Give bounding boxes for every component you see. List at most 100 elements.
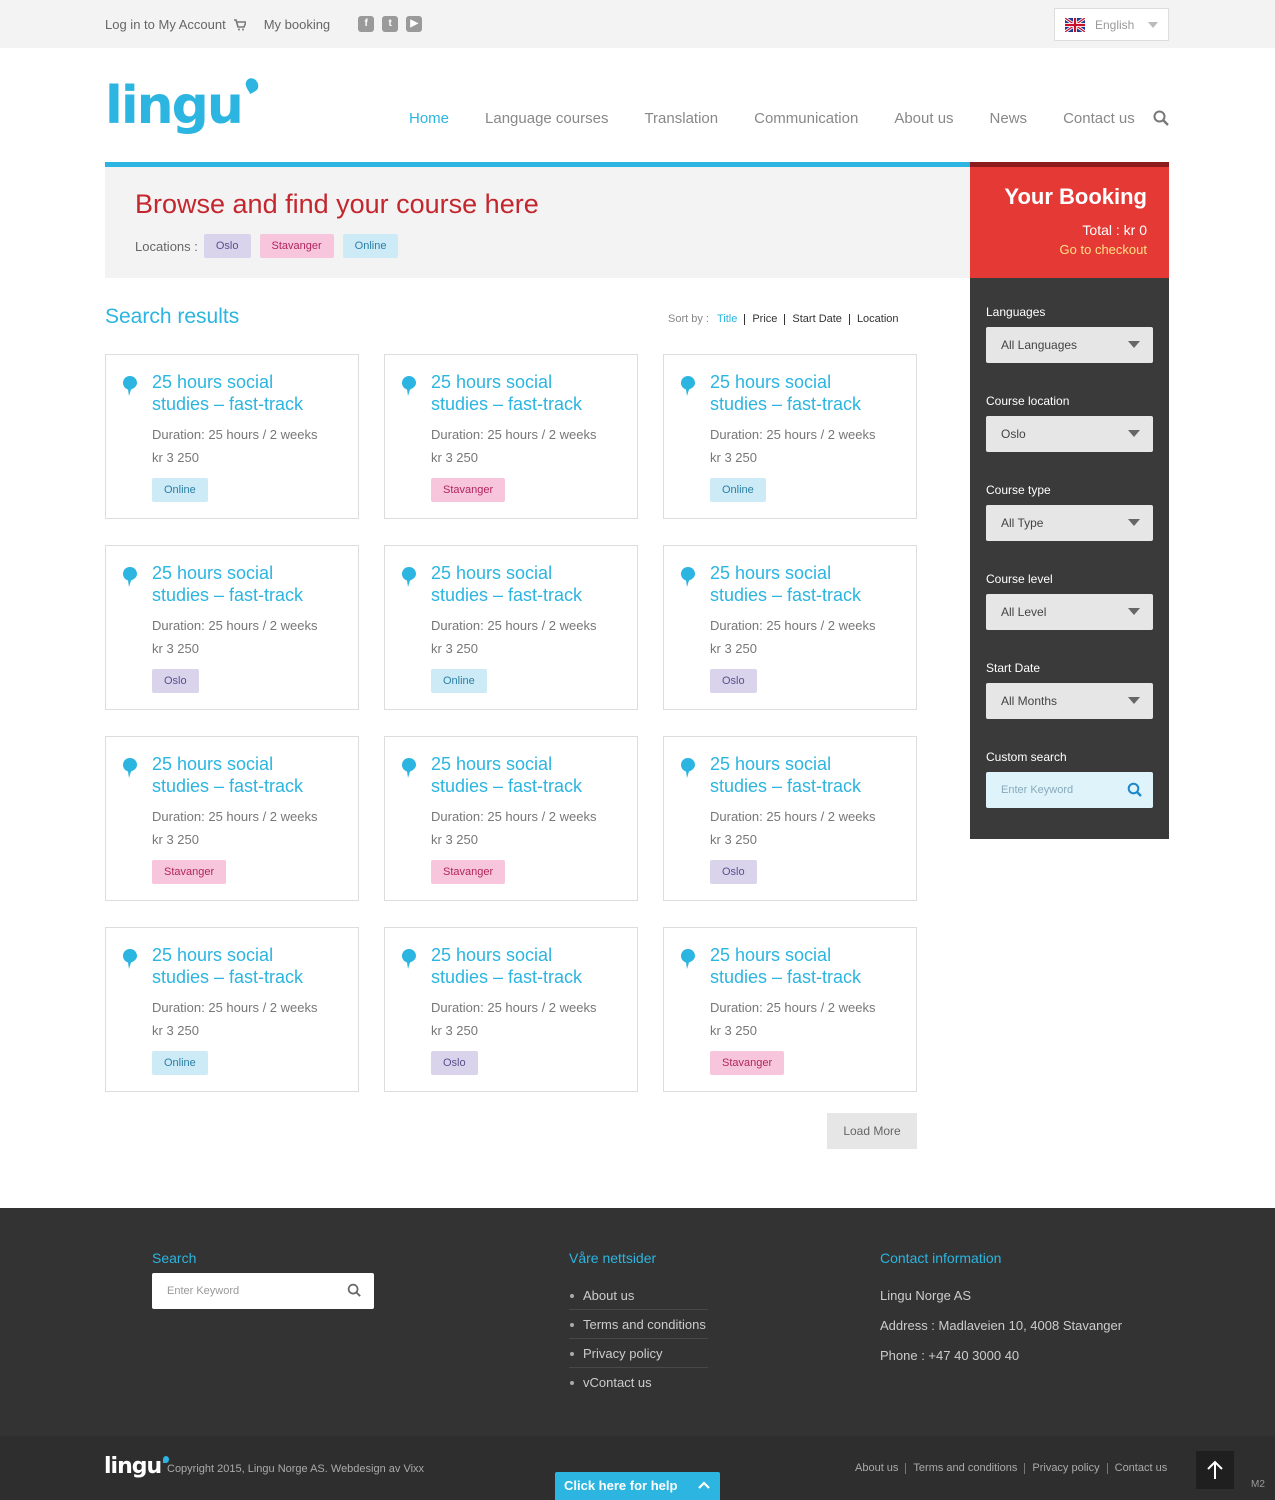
contact-info: Lingu Norge AS Address : Madlaveien 10, … — [880, 1288, 1122, 1378]
footer-link-terms[interactable]: Terms and conditions — [569, 1310, 708, 1339]
course-title-line: studies – fast-track — [431, 967, 583, 987]
sort-location[interactable]: Location — [848, 313, 906, 325]
location-tag-stavanger[interactable]: Stavanger — [259, 234, 334, 258]
start-date-select[interactable]: All Months — [986, 683, 1153, 719]
course-location-tag[interactable]: Online — [710, 478, 766, 502]
nav-contact-us[interactable]: Contact us — [1045, 110, 1153, 127]
youtube-icon[interactable]: ▶ — [406, 16, 423, 32]
location-select[interactable]: Oslo — [986, 416, 1153, 452]
logo[interactable]: lingu — [105, 75, 261, 136]
nav-news[interactable]: News — [972, 110, 1046, 127]
course-title-line: studies – fast-track — [710, 967, 862, 987]
footer-link-privacy[interactable]: Privacy policy — [569, 1339, 708, 1368]
course-title[interactable]: 25 hours social studies – fast-track — [431, 371, 631, 415]
type-select[interactable]: All Type — [986, 505, 1153, 541]
my-booking-link[interactable]: My booking — [264, 17, 330, 32]
search-icon[interactable] — [1127, 782, 1143, 798]
course-title-line: 25 hours social — [152, 372, 274, 392]
facebook-icon[interactable]: f — [358, 16, 375, 32]
twitter-icon[interactable]: t — [382, 16, 399, 32]
course-price: kr 3 250 — [152, 1023, 199, 1038]
bottom-link-privacy[interactable]: Privacy policy — [1024, 1463, 1106, 1474]
course-card[interactable]: 25 hours social studies – fast-track Durat… — [663, 545, 917, 710]
course-duration: Duration: 25 hours / 2 weeks — [152, 618, 318, 633]
back-to-top-button[interactable] — [1196, 1451, 1234, 1489]
language-select[interactable]: English — [1054, 8, 1169, 41]
chevron-up-icon — [698, 1481, 710, 1489]
search-icon[interactable] — [347, 1283, 362, 1298]
nav-language-courses[interactable]: Language courses — [467, 110, 626, 127]
course-title[interactable]: 25 hours social studies – fast-track — [152, 562, 352, 606]
nav-communication[interactable]: Communication — [736, 110, 876, 127]
course-title[interactable]: 25 hours social studies – fast-track — [710, 753, 910, 797]
course-location-tag[interactable]: Oslo — [431, 1051, 478, 1075]
course-location-tag[interactable]: Stavanger — [152, 860, 227, 884]
course-price: kr 3 250 — [710, 832, 757, 847]
sort-price[interactable]: Price — [744, 313, 784, 325]
course-title[interactable]: 25 hours social studies – fast-track — [152, 753, 352, 797]
footer-link-contact[interactable]: vContact us — [569, 1368, 708, 1397]
nav-home[interactable]: Home — [391, 110, 467, 127]
course-card[interactable]: 25 hours social studies – fast-track Durat… — [105, 545, 359, 710]
course-location-tag[interactable]: Online — [152, 478, 208, 502]
course-card[interactable]: 25 hours social studies – fast-track Durat… — [384, 736, 638, 901]
bottom-link-terms[interactable]: Terms and conditions — [905, 1463, 1024, 1474]
top-links: Log in to My Account My booking f t ▶ — [105, 16, 423, 32]
course-card[interactable]: 25 hours social studies – fast-track Durat… — [663, 736, 917, 901]
course-card[interactable]: 25 hours social studies – fast-track Durat… — [663, 927, 917, 1092]
login-link[interactable]: Log in to My Account — [105, 17, 226, 32]
footer-search-input[interactable]: Enter Keyword — [152, 1273, 374, 1309]
filter-location: Course location Oslo — [986, 394, 1153, 452]
languages-select[interactable]: All Languages — [986, 327, 1153, 363]
course-location-tag[interactable]: Stavanger — [431, 860, 506, 884]
checkout-link[interactable]: Go to checkout — [970, 242, 1147, 257]
course-card[interactable]: 25 hours social studies – fast-track Durat… — [105, 354, 359, 519]
top-bar: Log in to My Account My booking f t ▶ En… — [0, 0, 1275, 48]
filter-type: Course type All Type — [986, 483, 1153, 541]
course-location-tag[interactable]: Stavanger — [431, 478, 506, 502]
course-title[interactable]: 25 hours social studies – fast-track — [152, 944, 352, 988]
course-card[interactable]: 25 hours social studies – fast-track Durat… — [384, 354, 638, 519]
course-title[interactable]: 25 hours social studies – fast-track — [152, 371, 352, 415]
help-button[interactable]: Click here for help — [555, 1472, 720, 1500]
course-price: kr 3 250 — [152, 641, 199, 656]
search-icon[interactable] — [1153, 110, 1169, 126]
course-title[interactable]: 25 hours social studies – fast-track — [431, 562, 631, 606]
course-card[interactable]: 25 hours social studies – fast-track Durat… — [663, 354, 917, 519]
course-title[interactable]: 25 hours social studies – fast-track — [710, 371, 910, 415]
level-select[interactable]: All Level — [986, 594, 1153, 630]
course-card[interactable]: 25 hours social studies – fast-track Durat… — [384, 545, 638, 710]
course-card[interactable]: 25 hours social studies – fast-track Durat… — [105, 736, 359, 901]
version-label: M2 — [1251, 1479, 1265, 1490]
course-title[interactable]: 25 hours social studies – fast-track — [710, 562, 910, 606]
booking-total: Total : kr 0 — [1082, 222, 1147, 238]
location-tag-online[interactable]: Online — [342, 234, 399, 258]
course-title[interactable]: 25 hours social studies – fast-track — [710, 944, 910, 988]
course-location-tag[interactable]: Stavanger — [710, 1051, 785, 1075]
select-value: All Level — [1001, 605, 1047, 619]
bottom-link-contact[interactable]: Contact us — [1106, 1463, 1167, 1474]
bottom-link-about[interactable]: About us — [855, 1463, 905, 1474]
course-title[interactable]: 25 hours social studies – fast-track — [431, 944, 631, 988]
custom-search-input[interactable]: Enter Keyword — [986, 772, 1153, 808]
course-location-tag[interactable]: Oslo — [152, 669, 199, 693]
footer-link-about[interactable]: About us — [569, 1281, 708, 1310]
filter-label: Start Date — [986, 661, 1041, 675]
nav-translation[interactable]: Translation — [626, 110, 736, 127]
course-card[interactable]: 25 hours social studies – fast-track Durat… — [105, 927, 359, 1092]
sort-start-date[interactable]: Start Date — [784, 313, 849, 325]
course-location-tag[interactable]: Oslo — [710, 669, 757, 693]
course-location-tag[interactable]: Oslo — [710, 860, 757, 884]
course-title-line: studies – fast-track — [710, 394, 862, 414]
course-location-tag[interactable]: Online — [152, 1051, 208, 1075]
footer-logo[interactable]: lingu — [104, 1454, 170, 1479]
load-more-button[interactable]: Load More — [827, 1113, 917, 1149]
course-title-line: 25 hours social — [710, 563, 832, 583]
course-price: kr 3 250 — [152, 832, 199, 847]
course-location-tag[interactable]: Online — [431, 669, 487, 693]
course-title[interactable]: 25 hours social studies – fast-track — [431, 753, 631, 797]
sort-title[interactable]: Title — [710, 313, 744, 325]
course-card[interactable]: 25 hours social studies – fast-track Durat… — [384, 927, 638, 1092]
nav-about-us[interactable]: About us — [876, 110, 971, 127]
location-tag-oslo[interactable]: Oslo — [203, 234, 251, 258]
